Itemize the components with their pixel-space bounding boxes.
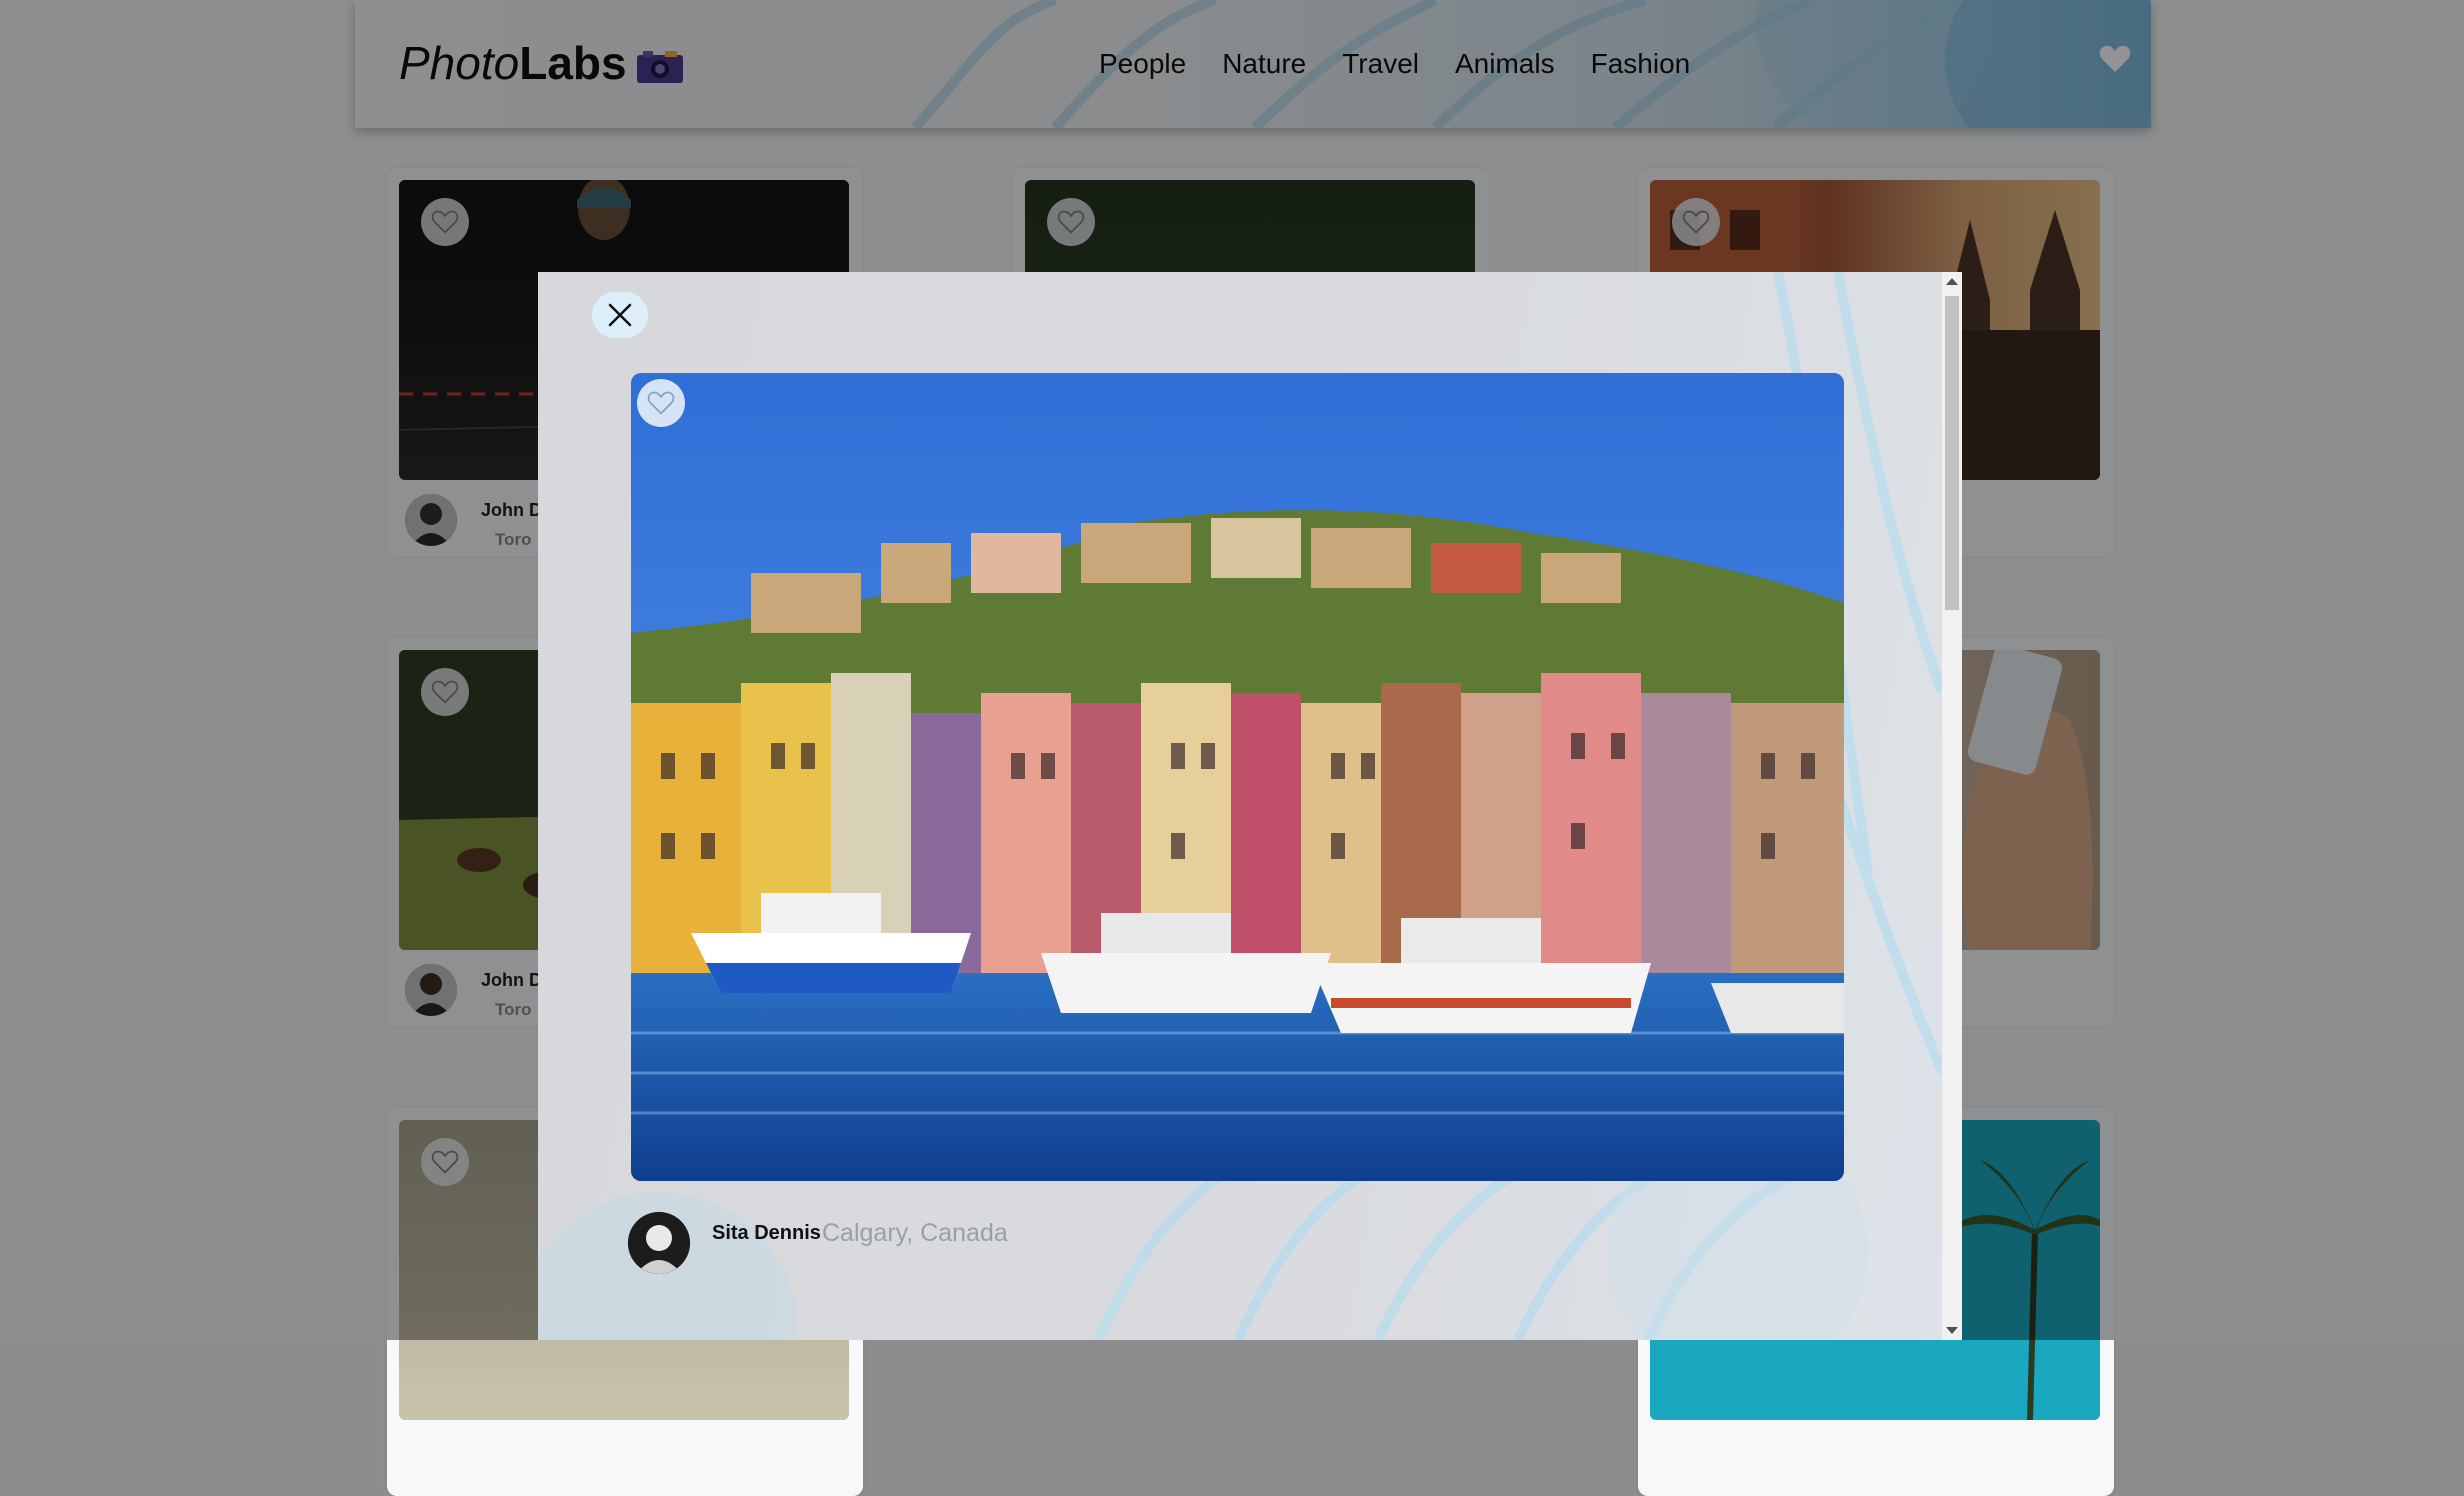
photographer-location: Calgary, Canada xyxy=(822,1219,1008,1247)
close-button[interactable] xyxy=(592,292,648,338)
harbour-town-photo xyxy=(631,373,1844,1181)
photographer-name: Sita Dennis xyxy=(712,1222,821,1244)
favourite-button[interactable] xyxy=(637,379,685,427)
photo-labs-page: PhotoLabs People Nature Travel Animals F… xyxy=(0,0,2464,1496)
selected-photo xyxy=(631,373,1844,1181)
scroll-down-arrow-icon[interactable] xyxy=(1946,1327,1958,1334)
user-portrait xyxy=(628,1212,690,1274)
close-icon xyxy=(608,303,632,327)
heart-icon xyxy=(647,391,675,415)
avatar xyxy=(628,1212,690,1274)
photo-details-modal: Sita Dennis Calgary, Canada xyxy=(538,272,1962,1340)
scroll-thumb[interactable] xyxy=(1945,296,1959,610)
scroll-up-arrow-icon[interactable] xyxy=(1946,278,1958,285)
modal-scrollbar[interactable] xyxy=(1942,272,1962,1340)
